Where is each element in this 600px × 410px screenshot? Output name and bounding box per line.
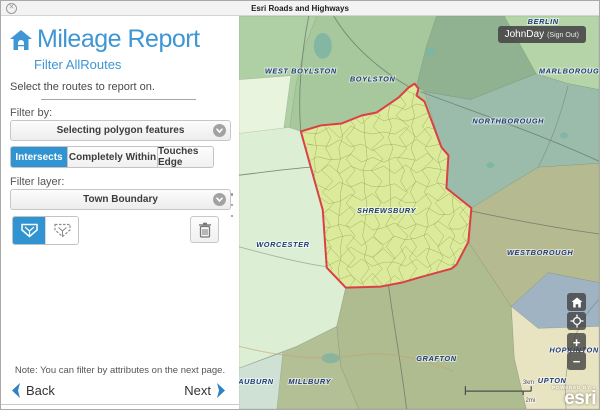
filter-by-label: Filter by: [10, 107, 52, 119]
nav-row: Back Next [1, 382, 239, 406]
window-title: Esri Roads and Highways [1, 1, 599, 16]
filter-layer-dropdown[interactable]: Town Boundary [10, 189, 231, 210]
chevron-left-icon [10, 382, 21, 399]
town-label-berlin: BERLIN [528, 17, 559, 26]
filter-by-value: Selecting polygon features [11, 121, 230, 140]
sign-out-label: (Sign Out) [547, 27, 579, 44]
plus-icon: + [573, 336, 581, 349]
zoom-in-button[interactable]: + [567, 333, 586, 351]
divider [41, 99, 196, 100]
touches-edge-button[interactable]: Touches Edge [158, 147, 213, 167]
locate-icon [570, 314, 584, 328]
app-window: ✕ Esri Roads and Highways Mileage Report… [0, 0, 600, 410]
town-label-boylston: BOYLSTON [350, 75, 396, 84]
user-sign-out-button[interactable]: JohnDay (Sign Out) [498, 26, 586, 43]
town-label-auburn: AUBURN [239, 377, 274, 386]
basemap-svg: BERLIN WEST BOYLSTON BOYLSTON MARLBOROUGH NO… [239, 16, 599, 409]
home-icon [9, 29, 33, 51]
town-label-west-boylston: WEST BOYLSTON [265, 67, 337, 76]
town-label-westborough: WESTBOROUGH [507, 248, 573, 257]
town-label-upton: UPTON [538, 376, 567, 385]
locate-button[interactable] [567, 312, 586, 330]
home-icon [571, 297, 583, 308]
town-label-shrewsbury: SHREWSBURY [357, 206, 417, 215]
scale-mi-label: 2mi [526, 398, 536, 404]
filter-layer-label: Filter layer: [10, 176, 64, 188]
scale-km-label: 3km [523, 380, 534, 386]
select-by-polygon-button[interactable] [13, 217, 46, 244]
panel-resize-handle[interactable] [230, 193, 234, 217]
chevron-down-icon [213, 124, 226, 137]
selection-tool-group [12, 216, 79, 245]
back-label: Back [26, 383, 55, 398]
chevron-right-icon [216, 382, 227, 399]
chevron-down-icon [213, 193, 226, 206]
next-label: Next [184, 383, 211, 398]
polygon-select-icon [20, 222, 39, 239]
back-button[interactable]: Back [10, 382, 55, 399]
town-label-grafton: GRAFTON [416, 354, 457, 363]
completely-within-button[interactable]: Completely Within [68, 147, 158, 167]
home-extent-button[interactable] [567, 293, 586, 311]
spatial-relation-segmented: Intersects Completely Within Touches Edg… [10, 146, 214, 168]
filter-by-dropdown[interactable]: Selecting polygon features [10, 120, 231, 141]
user-name: JohnDay [505, 26, 544, 43]
town-label-marlborough: MARLBOROUGH [539, 67, 599, 76]
intersects-button[interactable]: Intersects [11, 147, 68, 167]
polygon-outline-icon [53, 222, 72, 239]
page-title: Mileage Report [37, 25, 200, 54]
titlebar: ✕ Esri Roads and Highways [1, 1, 599, 16]
esri-logo: POWERED BY esri [552, 386, 596, 409]
filter-subtitle[interactable]: Filter AllRoutes [34, 57, 121, 72]
town-label-worcester: WORCESTER [256, 240, 309, 249]
town-label-millbury: MILLBURY [288, 377, 331, 386]
zoom-out-button[interactable]: − [567, 352, 586, 370]
new-selection-button[interactable] [46, 217, 78, 244]
trash-icon [198, 222, 212, 238]
map-view[interactable]: BERLIN WEST BOYLSTON BOYLSTON MARLBOROUGH NO… [239, 16, 599, 409]
clear-selection-button[interactable] [190, 216, 219, 243]
next-button[interactable]: Next [184, 382, 227, 399]
filter-layer-value: Town Boundary [11, 190, 230, 209]
page-title-row: Mileage Report [9, 25, 200, 54]
instruction-text: Select the routes to report on. [10, 81, 155, 93]
report-panel: Mileage Report Filter AllRoutes Select t… [1, 16, 240, 405]
esri-brand: esri [552, 389, 596, 408]
town-label-northborough: NORTHBOROUGH [472, 116, 544, 125]
note-text: Note: You can filter by attributes on th… [1, 365, 239, 376]
minus-icon: − [573, 355, 581, 368]
